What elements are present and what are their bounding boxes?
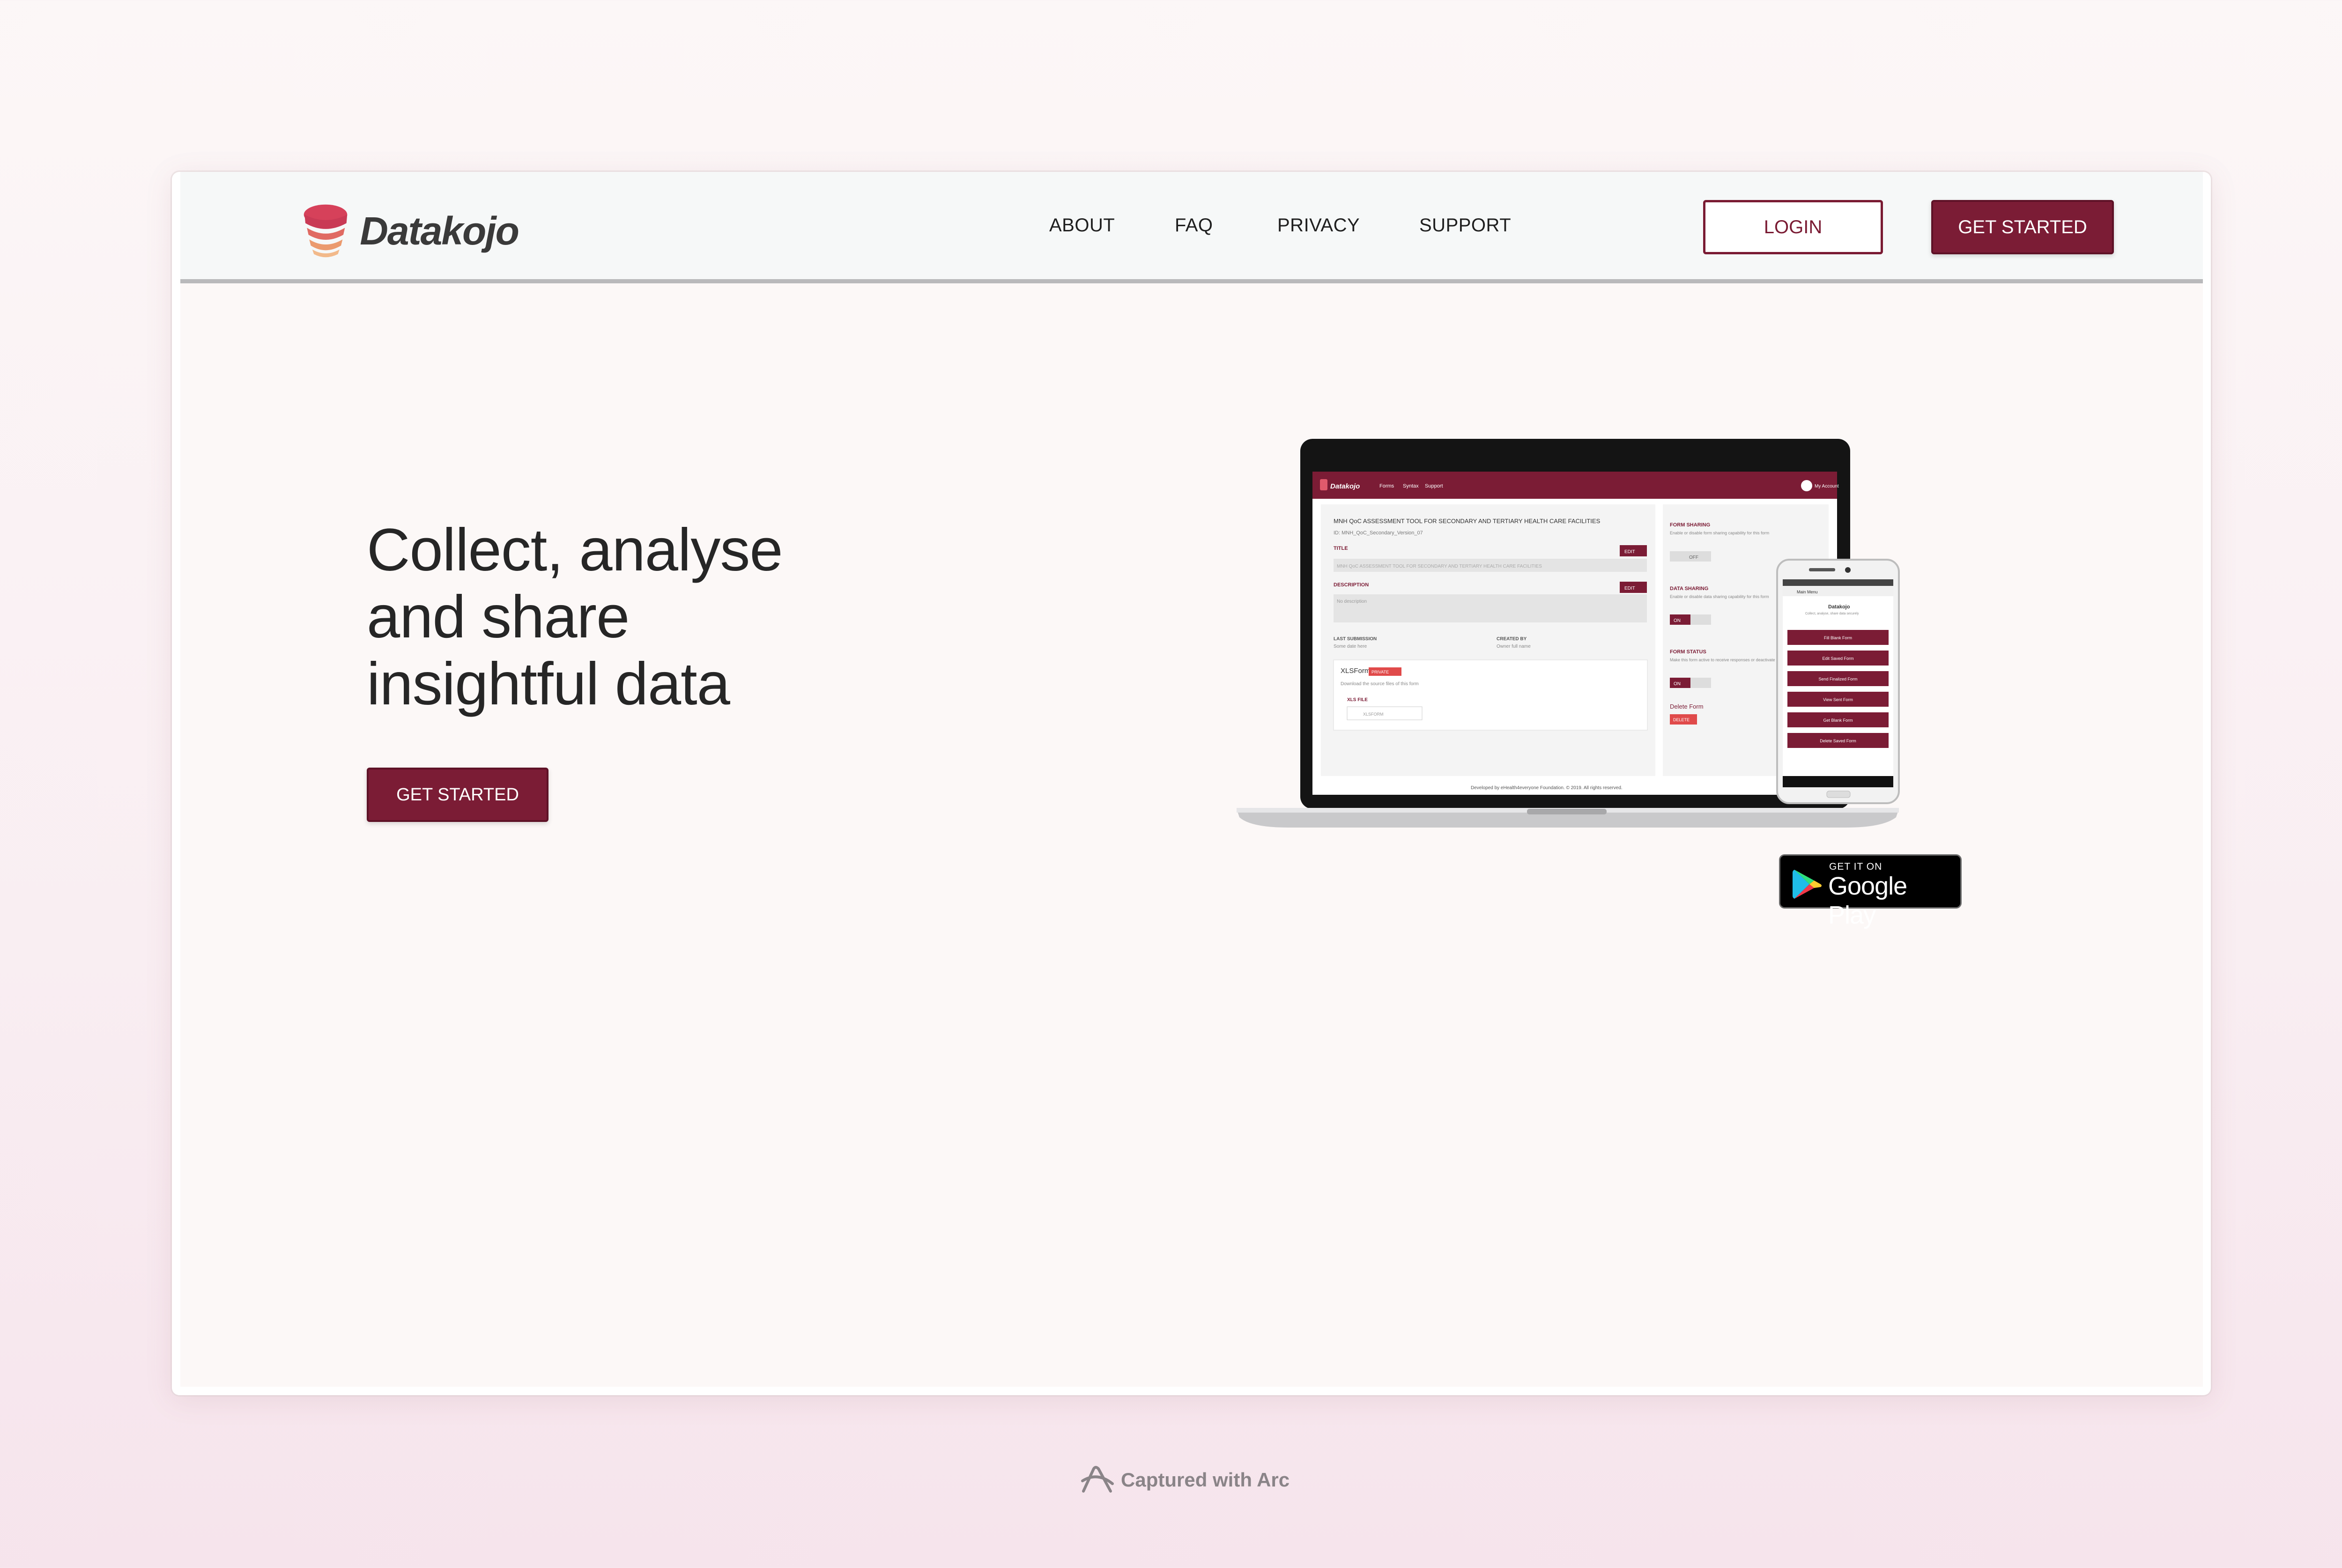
- app-menu-forms: Forms: [1379, 483, 1394, 489]
- google-play-badge[interactable]: GET IT ON Google Play: [1779, 854, 1962, 929]
- phone-menu-item-label: Edit Saved Form: [1822, 656, 1853, 661]
- title-value: MNH QoC ASSESSMENT TOOL FOR SECONDARY AN…: [1337, 564, 1542, 569]
- get-started-nav-button[interactable]: GET STARTED: [1931, 200, 2114, 254]
- screenshot-frame: Datakojo ABOUT FAQ PRIVACY SUPPORT LOGIN…: [172, 172, 2211, 1395]
- description-label: DESCRIPTION: [1334, 582, 1369, 588]
- hero-title-line: Collect, analyse: [367, 517, 783, 584]
- svg-text:LAST SUBMISSION: LAST SUBMISSION: [1334, 636, 1377, 642]
- form-id: ID: MNH_QoC_Secondary_Version_07: [1334, 530, 1423, 536]
- phone-menu-item-label: Send Finalized Form: [1818, 677, 1857, 681]
- svg-text:Download the source files of t: Download the source files of this form: [1341, 681, 1419, 687]
- nav-faq-link[interactable]: FAQ: [1175, 215, 1213, 236]
- login-button[interactable]: LOGIN: [1703, 200, 1883, 254]
- svg-text:Enable or disable data sharing: Enable or disable data sharing capabilit…: [1670, 594, 1769, 599]
- svg-text:PRIVATE: PRIVATE: [1371, 670, 1389, 674]
- svg-text:Main Menu: Main Menu: [1797, 590, 1818, 594]
- nav-about-link[interactable]: ABOUT: [1049, 215, 1115, 236]
- edit-title: EDIT: [1624, 549, 1635, 555]
- app-footer: Developed by eHealth4everyone Foundation…: [1471, 785, 1623, 791]
- svg-text:DATA SHARING: DATA SHARING: [1670, 586, 1708, 592]
- svg-text:XLSForm: XLSForm: [1341, 667, 1370, 675]
- phone-menu-item-label: Delete Saved Form: [1820, 739, 1856, 743]
- hero-title: Collect, analyse and share insightful da…: [367, 517, 929, 717]
- device-mockup-image: Datakojo Forms Syntax Support My Account…: [1237, 439, 1900, 828]
- edit-description: EDIT: [1624, 586, 1635, 591]
- arc-icon: [1081, 1466, 1114, 1493]
- get-started-hero-button[interactable]: GET STARTED: [367, 768, 548, 822]
- svg-text:FORM STATUS: FORM STATUS: [1670, 649, 1706, 655]
- nav-support-link[interactable]: SUPPORT: [1419, 215, 1511, 236]
- app-brand: Datakojo: [1330, 482, 1360, 490]
- navbar: Datakojo ABOUT FAQ PRIVACY SUPPORT LOGIN…: [180, 172, 2203, 283]
- hero-title-line: insightful data: [367, 651, 730, 717]
- nav-privacy-link[interactable]: PRIVACY: [1277, 215, 1360, 236]
- svg-text:Enable or disable form sharing: Enable or disable form sharing capabilit…: [1670, 531, 1769, 535]
- svg-text:DELETE: DELETE: [1673, 717, 1690, 722]
- svg-text:Some date here: Some date here: [1334, 644, 1367, 649]
- title-label: TITLE: [1334, 546, 1348, 551]
- app-menu-syntax: Syntax: [1403, 483, 1419, 489]
- play-badge-small-text: GET IT ON: [1829, 861, 1882, 872]
- phone-menu-item-label: Get Blank Form: [1823, 718, 1853, 723]
- app-menu-support: Support: [1425, 483, 1443, 489]
- arc-capture-text: Captured with Arc: [1121, 1469, 1290, 1491]
- svg-text:Make this form active to recei: Make this form active to receive respons…: [1670, 658, 1775, 662]
- svg-text:Owner full name: Owner full name: [1497, 644, 1531, 649]
- account-icon: [1801, 480, 1812, 491]
- svg-text:XLS FILE: XLS FILE: [1347, 697, 1368, 703]
- phone-menu-item-label: Fill Blank Form: [1824, 636, 1852, 640]
- arc-capture-label: Captured with Arc: [1080, 1465, 1290, 1495]
- description-value: No description: [1337, 599, 1367, 604]
- svg-text:FORM SHARING: FORM SHARING: [1670, 522, 1710, 528]
- svg-text:Delete Form: Delete Form: [1670, 703, 1704, 710]
- hero-title-line: and share: [367, 584, 630, 651]
- svg-text:ON: ON: [1674, 618, 1681, 623]
- phone-menu-item-label: View Sent Form: [1823, 697, 1853, 702]
- google-play-icon: [1793, 870, 1822, 899]
- brand-logo[interactable]: Datakojo: [303, 198, 519, 264]
- svg-text:Collect, analyse, share data s: Collect, analyse, share data securely: [1805, 612, 1859, 615]
- landing-page: Datakojo ABOUT FAQ PRIVACY SUPPORT LOGIN…: [180, 172, 2203, 1387]
- svg-text:ON: ON: [1674, 681, 1681, 687]
- svg-text:Datakojo: Datakojo: [1828, 604, 1850, 610]
- app-account: My Account: [1815, 484, 1839, 489]
- svg-text:OFF: OFF: [1689, 555, 1698, 560]
- svg-text:XLSFORM: XLSFORM: [1363, 712, 1384, 717]
- brand-name: Datakojo: [360, 208, 519, 253]
- svg-text:CREATED BY: CREATED BY: [1497, 636, 1527, 642]
- form-title: MNH QoC ASSESSMENT TOOL FOR SECONDARY AN…: [1334, 518, 1601, 525]
- datakojo-logo-icon: [304, 204, 348, 258]
- play-badge-big-text: Google Play: [1828, 872, 1907, 929]
